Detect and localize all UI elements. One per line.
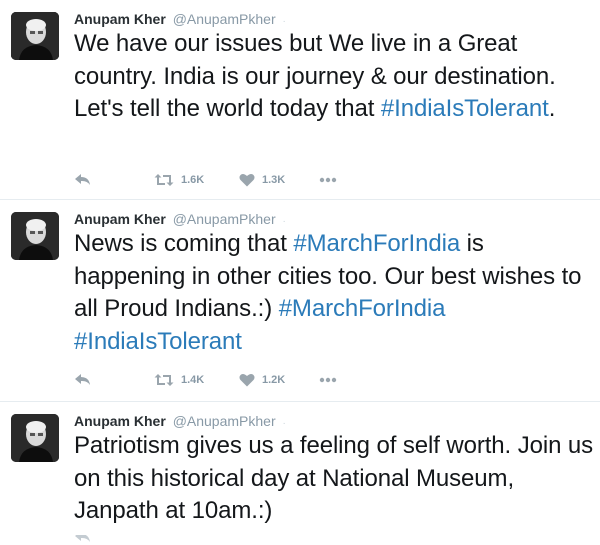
hashtag-link[interactable]: #MarchForIndia — [293, 230, 460, 257]
retweet-count: 1.4K — [181, 374, 205, 386]
reply-icon — [75, 374, 90, 385]
reply-button[interactable] — [74, 170, 92, 190]
retweet-button[interactable]: 1.4K — [154, 370, 204, 390]
retweet-icon — [154, 174, 174, 186]
username[interactable]: @AnupamPkher — [173, 211, 276, 227]
avatar-image — [11, 414, 59, 462]
tweet-text: We have our issues but We live in a Grea… — [74, 28, 594, 126]
more-icon — [319, 177, 337, 183]
tweet-header: Anupam Kher @AnupamPkher · — [74, 411, 286, 431]
avatar-image — [11, 12, 59, 60]
retweet-icon — [154, 374, 174, 386]
heart-icon — [239, 173, 255, 187]
separator: · — [282, 418, 286, 429]
hashtag-link[interactable]: #IndiaIsTolerant — [381, 95, 549, 122]
tweet-actions: 1.6K 1.3K — [74, 170, 374, 190]
like-button[interactable]: 1.3K — [239, 170, 285, 190]
tweet[interactable]: Anupam Kher @AnupamPkher · News is comin… — [0, 200, 600, 402]
tweet[interactable]: Anupam Kher @AnupamPkher · We have our i… — [0, 0, 600, 200]
reply-button[interactable] — [74, 370, 92, 390]
tweet-text: News is coming that #MarchForIndia is ha… — [74, 228, 594, 358]
like-button[interactable]: 1.2K — [239, 370, 285, 390]
username[interactable]: @AnupamPkher — [173, 11, 276, 27]
tweet-actions: 1.4K 1.2K — [74, 370, 374, 390]
tweet-text: Patriotism gives us a feeling of self wo… — [74, 430, 594, 528]
reply-icon — [75, 174, 90, 185]
hashtag-link[interactable]: #IndiaIsTolerant — [74, 328, 242, 355]
more-button[interactable] — [319, 370, 337, 390]
separator: · — [282, 216, 286, 227]
like-count: 1.3K — [262, 174, 286, 186]
avatar[interactable] — [11, 414, 59, 462]
retweet-count: 1.6K — [181, 174, 205, 186]
tweet-text-segment: . — [548, 95, 556, 122]
more-icon — [319, 377, 337, 383]
hashtag-link[interactable]: #MarchForIndia — [279, 295, 446, 322]
avatar[interactable] — [11, 12, 59, 60]
more-button[interactable] — [319, 170, 337, 190]
retweet-button[interactable]: 1.6K — [154, 170, 204, 190]
avatar-image — [11, 212, 59, 260]
like-count: 1.2K — [262, 374, 286, 386]
avatar[interactable] — [11, 212, 59, 260]
timeline: Anupam Kher @AnupamPkher · We have our i… — [0, 0, 600, 544]
heart-icon — [239, 373, 255, 387]
tweet-header: Anupam Kher @AnupamPkher · — [74, 9, 286, 29]
reply-icon — [75, 535, 90, 542]
tweet[interactable]: Anupam Kher @AnupamPkher · Patriotism gi… — [0, 402, 600, 544]
fullname[interactable]: Anupam Kher — [74, 413, 166, 429]
separator: · — [282, 16, 286, 27]
fullname[interactable]: Anupam Kher — [74, 211, 166, 227]
tweet-text-segment: News is coming that — [74, 230, 294, 257]
tweet-text-segment: Patriotism gives us a feeling of self wo… — [74, 432, 594, 524]
username[interactable]: @AnupamPkher — [173, 413, 276, 429]
fullname[interactable]: Anupam Kher — [74, 11, 166, 27]
tweet-header: Anupam Kher @AnupamPkher · — [74, 209, 286, 229]
